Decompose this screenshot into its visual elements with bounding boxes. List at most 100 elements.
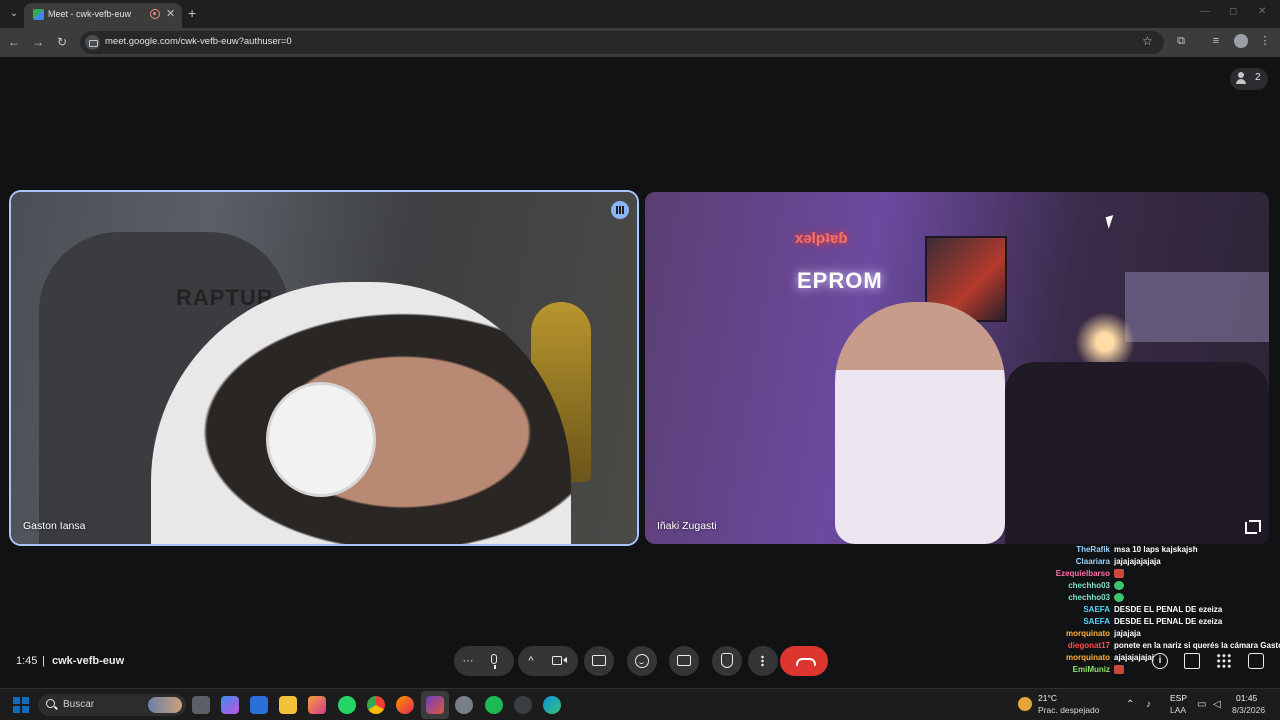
microphone-stand	[494, 665, 496, 669]
tab-title: Meet - cwk-vefb-euw	[48, 9, 132, 19]
address-bar[interactable]: meet.google.com/cwk-vefb-euw?authuser=0 …	[80, 31, 1164, 54]
search-highlight-image	[148, 697, 182, 713]
chrome-icon[interactable]	[367, 696, 385, 714]
activities-grid-icon[interactable]	[1216, 653, 1232, 669]
stream-chat-overlay: TheRafik msa 10 laps kajskajsh Claariara…	[990, 544, 1280, 678]
maximize-window-icon[interactable]: ◻	[1229, 6, 1237, 17]
clock-time[interactable]: 01:45	[1236, 693, 1257, 703]
chat-emote	[1114, 568, 1124, 580]
active-app-icon[interactable]	[426, 696, 444, 714]
chat-username: EmiMuniz	[1072, 665, 1110, 674]
url-text[interactable]: meet.google.com/cwk-vefb-euw?authuser=0	[105, 36, 292, 47]
mic-control-group: ···	[454, 646, 514, 676]
bookmark-star-icon[interactable]: ☆	[1142, 34, 1153, 48]
tab-close-icon[interactable]: ✕	[166, 7, 175, 20]
host-controls-icon[interactable]	[1248, 653, 1264, 669]
volume-icon[interactable]: ◁	[1213, 699, 1221, 710]
taskbar-search[interactable]: Buscar	[38, 694, 186, 716]
reload-icon[interactable]: ↻	[54, 34, 70, 50]
media-queue-icon[interactable]: ≡	[1209, 34, 1223, 48]
extensions-puzzle-icon[interactable]: ⧉	[1174, 34, 1188, 48]
chat-text: jajajajajajaja	[1114, 557, 1161, 566]
browser-menu-icon[interactable]: ⋮	[1258, 34, 1272, 48]
chat-username: chechho03	[1068, 581, 1110, 590]
chat-username: morquinato	[1066, 653, 1110, 662]
profile-avatar-icon[interactable]	[1234, 34, 1248, 48]
chat-message: EmiMuniz	[990, 664, 1280, 676]
chat-message: Ezequielbarso	[990, 568, 1280, 580]
store-icon[interactable]	[250, 696, 268, 714]
camera-icon[interactable]	[552, 656, 562, 665]
firefox-icon[interactable]	[396, 696, 414, 714]
chat-username: SAEFA	[1083, 617, 1110, 626]
microphone-icon[interactable]	[491, 654, 497, 664]
neon-sign-bottom: EPROM	[797, 268, 883, 293]
leave-call-button[interactable]	[780, 646, 828, 676]
chat-emote	[1114, 580, 1124, 592]
spotify-icon[interactable]	[485, 696, 503, 714]
chat-message: chechho03	[990, 592, 1280, 604]
show-hidden-icons-chevron-icon[interactable]: ⌃	[1126, 699, 1134, 710]
camera-control-group: ^	[518, 646, 578, 676]
emoji-icon	[635, 654, 649, 668]
tab-search-chevron-icon[interactable]: ⌄	[6, 6, 22, 22]
weather-condition[interactable]: Prac. despejado	[1038, 705, 1099, 715]
emote-icon	[1114, 569, 1124, 579]
video-tile-gaston[interactable]: RAPTUR Gaston Iansa	[11, 192, 637, 544]
settings-gear-icon[interactable]	[455, 696, 473, 714]
meeting-info-icon[interactable]: i	[1152, 653, 1168, 669]
chat-panel-icon[interactable]	[1184, 653, 1200, 669]
recording-indicator-icon	[150, 9, 160, 19]
system-app-icon[interactable]	[514, 696, 532, 714]
back-arrow-icon[interactable]: ←	[6, 34, 22, 50]
input-language[interactable]: ESP	[1170, 693, 1187, 703]
site-info-icon[interactable]	[85, 35, 100, 50]
chat-text: ajajajajajaj	[1114, 653, 1155, 662]
meeting-code: cwk-vefb-euw	[52, 655, 125, 667]
present-screen-button[interactable]	[584, 646, 614, 676]
chat-username: chechho03	[1068, 593, 1110, 602]
room-window	[1125, 272, 1269, 342]
neon-sign-top: xəlpʇɐɓ	[795, 230, 848, 247]
more-vert-icon	[761, 655, 764, 667]
raise-hand-button[interactable]	[712, 646, 742, 676]
forward-arrow-icon[interactable]: →	[30, 34, 46, 50]
tray-microphone-icon[interactable]: ♪	[1146, 699, 1151, 710]
new-tab-plus-icon[interactable]: +	[188, 5, 196, 21]
clock-date[interactable]: 8/3/2026	[1232, 705, 1265, 715]
audio-options-icon[interactable]: ···	[460, 646, 476, 676]
input-layout[interactable]: LAA	[1170, 705, 1186, 715]
chat-message: TheRafik msa 10 laps kajskajsh	[990, 544, 1280, 556]
copilot-icon[interactable]	[221, 696, 239, 714]
weather-icon[interactable]	[1018, 697, 1032, 711]
chat-emote	[1114, 592, 1124, 604]
meet-favicon-icon	[33, 9, 44, 20]
minimize-window-icon[interactable]: —	[1200, 6, 1210, 17]
whatsapp-icon[interactable]	[338, 696, 356, 714]
reactions-button[interactable]	[627, 646, 657, 676]
more-options-button[interactable]	[748, 646, 778, 676]
video-tile-inaki[interactable]: xəlpʇɐɓ EPROM Iñaki Zugasti	[645, 192, 1269, 544]
windows-taskbar: Buscar 21°C Prac. despejado ⌃ ♪ ESP LAA …	[0, 688, 1280, 720]
chat-text: DESDE EL PENAL DE ezeiza	[1114, 605, 1223, 614]
camera-lens	[563, 657, 567, 663]
windows-start-icon[interactable]	[13, 697, 29, 713]
browser-tab-meet[interactable]: Meet - cwk-vefb-euw ✕	[24, 3, 182, 28]
close-window-icon[interactable]: ✕	[1258, 6, 1266, 17]
video-options-chevron-icon[interactable]: ^	[524, 646, 538, 676]
captions-icon	[677, 655, 691, 666]
frame-crop-icon[interactable]	[1245, 520, 1261, 534]
chat-username: TheRafik	[1076, 545, 1110, 554]
emote-icon	[1114, 593, 1124, 603]
captions-button[interactable]	[669, 646, 699, 676]
participants-button[interactable]: 2	[1230, 68, 1268, 90]
task-view-icon[interactable]	[192, 696, 210, 714]
temperature[interactable]: 21°C	[1038, 693, 1057, 703]
edge-icon[interactable]	[543, 696, 561, 714]
instagram-icon[interactable]	[308, 696, 326, 714]
network-icon[interactable]: ▭	[1197, 699, 1206, 710]
chat-username: Ezequielbarso	[1055, 569, 1110, 578]
emote-icon	[1114, 581, 1124, 591]
file-explorer-icon[interactable]	[279, 696, 297, 714]
chat-text: msa 10 laps kajskajsh	[1114, 545, 1198, 554]
